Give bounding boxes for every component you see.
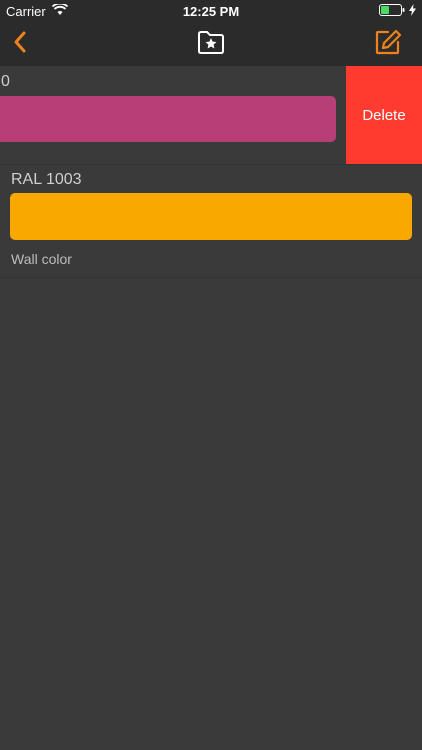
status-time: 12:25 PM [182, 4, 240, 19]
nav-bar [0, 22, 422, 66]
delete-button[interactable]: Delete [346, 66, 422, 164]
battery-icon [379, 4, 405, 19]
color-swatch [10, 193, 412, 240]
folder-star-icon [197, 29, 225, 60]
delete-button-label: Delete [362, 106, 406, 124]
color-row-content[interactable]: 0 [0, 66, 346, 164]
charging-icon [409, 4, 416, 19]
color-list: 0 Delete RAL 1003 Wall color [0, 66, 422, 278]
compose-icon [374, 28, 402, 61]
color-row[interactable]: RAL 1003 Wall color [0, 165, 422, 278]
back-button[interactable] [4, 28, 36, 60]
status-bar: Carrier 12:25 PM [0, 0, 422, 22]
color-title: RAL 1003 [11, 171, 82, 188]
status-right [379, 4, 416, 19]
color-note: Wall color [11, 251, 72, 267]
chevron-left-icon [12, 30, 28, 59]
color-row[interactable]: 0 Delete [0, 66, 422, 165]
edit-button[interactable] [372, 28, 404, 60]
color-title: 0 [1, 73, 10, 90]
favorites-folder-button[interactable] [195, 28, 227, 60]
color-swatch [0, 96, 336, 142]
